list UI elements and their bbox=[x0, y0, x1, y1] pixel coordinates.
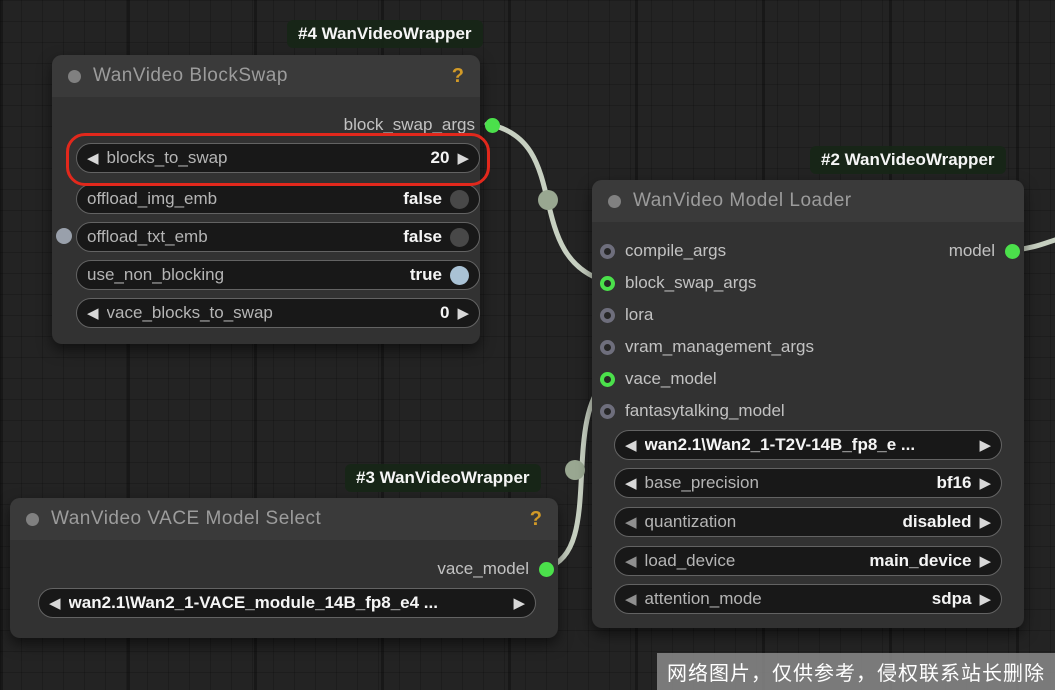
input-slot-vace-model: vace_model bbox=[600, 369, 717, 389]
decrement-arrow-icon[interactable]: ◀ bbox=[87, 306, 99, 321]
node-badge-3: #3 WanVideoWrapper bbox=[345, 464, 541, 492]
toggle-off-icon[interactable] bbox=[450, 228, 469, 247]
widget-model-name[interactable]: ◀ wan2.1\Wan2_1-T2V-14B_fp8_e ... ▶ bbox=[614, 430, 1002, 460]
next-arrow-icon[interactable]: ▶ bbox=[979, 515, 991, 530]
widget-label: load_device bbox=[645, 551, 862, 571]
next-arrow-icon[interactable]: ▶ bbox=[979, 476, 991, 491]
output-label: vace_model bbox=[437, 559, 529, 579]
widget-value: wan2.1\Wan2_1-VACE_module_14B_fp8_e4 ... bbox=[69, 593, 506, 613]
input-label: lora bbox=[625, 305, 653, 325]
widget-value: 0 bbox=[440, 303, 449, 323]
widget-value: wan2.1\Wan2_1-T2V-14B_fp8_e ... bbox=[645, 435, 972, 455]
collapse-dot-icon[interactable] bbox=[608, 195, 621, 208]
prev-arrow-icon[interactable]: ◀ bbox=[625, 554, 637, 569]
input-dot-vace-model[interactable] bbox=[600, 372, 615, 387]
widget-value: false bbox=[403, 227, 442, 247]
prev-arrow-icon[interactable]: ◀ bbox=[625, 476, 637, 491]
collapse-dot-icon[interactable] bbox=[68, 70, 81, 83]
input-dot-block-swap-args[interactable] bbox=[600, 276, 615, 291]
output-dot-model[interactable] bbox=[1005, 244, 1020, 259]
wire-dot-blockswap-link[interactable] bbox=[538, 190, 558, 210]
input-dot-compile-args[interactable] bbox=[600, 244, 615, 259]
comfyui-canvas[interactable]: { "blockswap": { "badge": "#4 WanVideoWr… bbox=[0, 0, 1055, 690]
collapse-dot-icon[interactable] bbox=[26, 513, 39, 526]
input-label: vace_model bbox=[625, 369, 717, 389]
input-slot-block-swap-args: block_swap_args bbox=[600, 273, 756, 293]
next-arrow-icon[interactable]: ▶ bbox=[979, 592, 991, 607]
widget-value: true bbox=[410, 265, 442, 285]
node-badge-2: #2 WanVideoWrapper bbox=[810, 146, 1006, 174]
widget-load-device[interactable]: ◀ load_device main_device ▶ bbox=[614, 546, 1002, 576]
selection-highlight bbox=[66, 133, 490, 186]
widget-attention-mode[interactable]: ◀ attention_mode sdpa ▶ bbox=[614, 584, 1002, 614]
input-label: compile_args bbox=[625, 241, 726, 261]
widget-value: false bbox=[403, 189, 442, 209]
next-arrow-icon[interactable]: ▶ bbox=[979, 554, 991, 569]
node-title: WanVideo VACE Model Select bbox=[51, 508, 518, 530]
output-label: block_swap_args bbox=[344, 115, 475, 135]
input-label: vram_management_args bbox=[625, 337, 814, 357]
widget-label: attention_mode bbox=[645, 589, 924, 609]
input-label: block_swap_args bbox=[625, 273, 756, 293]
output-slot-vace-model: vace_model bbox=[390, 559, 554, 579]
output-label: model bbox=[949, 241, 995, 261]
input-slot-fantasytalking-model: fantasytalking_model bbox=[600, 401, 785, 421]
prev-arrow-icon[interactable]: ◀ bbox=[625, 592, 637, 607]
help-icon[interactable]: ? bbox=[530, 508, 542, 531]
input-dot-offload-txt-emb[interactable] bbox=[56, 228, 72, 244]
widget-label: base_precision bbox=[645, 473, 929, 493]
prev-arrow-icon[interactable]: ◀ bbox=[625, 515, 637, 530]
widget-use-non-blocking[interactable]: use_non_blocking true bbox=[76, 260, 480, 290]
node-badge-4: #4 WanVideoWrapper bbox=[287, 20, 483, 48]
prev-arrow-icon[interactable]: ◀ bbox=[625, 438, 637, 453]
node-header[interactable]: WanVideo Model Loader bbox=[592, 180, 1024, 222]
node-header[interactable]: WanVideo VACE Model Select ? bbox=[10, 498, 558, 540]
help-icon[interactable]: ? bbox=[452, 65, 464, 88]
watermark-text: 网络图片，仅供参考，侵权联系站长删除 bbox=[657, 653, 1055, 690]
prev-arrow-icon[interactable]: ◀ bbox=[49, 596, 61, 611]
next-arrow-icon[interactable]: ▶ bbox=[513, 596, 525, 611]
output-slot-block-swap-args: block_swap_args bbox=[330, 115, 500, 135]
next-arrow-icon[interactable]: ▶ bbox=[979, 438, 991, 453]
widget-label: vace_blocks_to_swap bbox=[107, 303, 432, 323]
widget-label: quantization bbox=[645, 512, 895, 532]
widget-base-precision[interactable]: ◀ base_precision bf16 ▶ bbox=[614, 468, 1002, 498]
output-dot-block-swap-args[interactable] bbox=[485, 118, 500, 133]
widget-value: bf16 bbox=[936, 473, 971, 493]
toggle-off-icon[interactable] bbox=[450, 190, 469, 209]
widget-value: main_device bbox=[869, 551, 971, 571]
widget-offload-img-emb[interactable]: offload_img_emb false bbox=[76, 184, 480, 214]
input-slot-lora: lora bbox=[600, 305, 653, 325]
input-dot-fantasytalking-model[interactable] bbox=[600, 404, 615, 419]
widget-value: sdpa bbox=[932, 589, 972, 609]
toggle-on-icon[interactable] bbox=[450, 266, 469, 285]
widget-label: use_non_blocking bbox=[87, 265, 402, 285]
node-title: WanVideo BlockSwap bbox=[93, 65, 440, 87]
node-title: WanVideo Model Loader bbox=[633, 190, 1008, 212]
input-slot-compile-args: compile_args bbox=[600, 241, 726, 261]
widget-quantization[interactable]: ◀ quantization disabled ▶ bbox=[614, 507, 1002, 537]
widget-offload-txt-emb[interactable]: offload_txt_emb false bbox=[76, 222, 480, 252]
wire-dot-vace-link[interactable] bbox=[565, 460, 585, 480]
widget-vace-model-name[interactable]: ◀ wan2.1\Wan2_1-VACE_module_14B_fp8_e4 .… bbox=[38, 588, 536, 618]
output-dot-vace-model[interactable] bbox=[539, 562, 554, 577]
input-slot-vram-management-args: vram_management_args bbox=[600, 337, 814, 357]
output-slot-model: model bbox=[870, 241, 1020, 261]
node-header[interactable]: WanVideo BlockSwap ? bbox=[52, 55, 480, 97]
widget-label: offload_txt_emb bbox=[87, 227, 395, 247]
input-dot-vram-management-args[interactable] bbox=[600, 340, 615, 355]
increment-arrow-icon[interactable]: ▶ bbox=[457, 306, 469, 321]
input-label: fantasytalking_model bbox=[625, 401, 785, 421]
widget-value: disabled bbox=[902, 512, 971, 532]
widget-label: offload_img_emb bbox=[87, 189, 395, 209]
input-dot-lora[interactable] bbox=[600, 308, 615, 323]
widget-vace-blocks-to-swap[interactable]: ◀ vace_blocks_to_swap 0 ▶ bbox=[76, 298, 480, 328]
